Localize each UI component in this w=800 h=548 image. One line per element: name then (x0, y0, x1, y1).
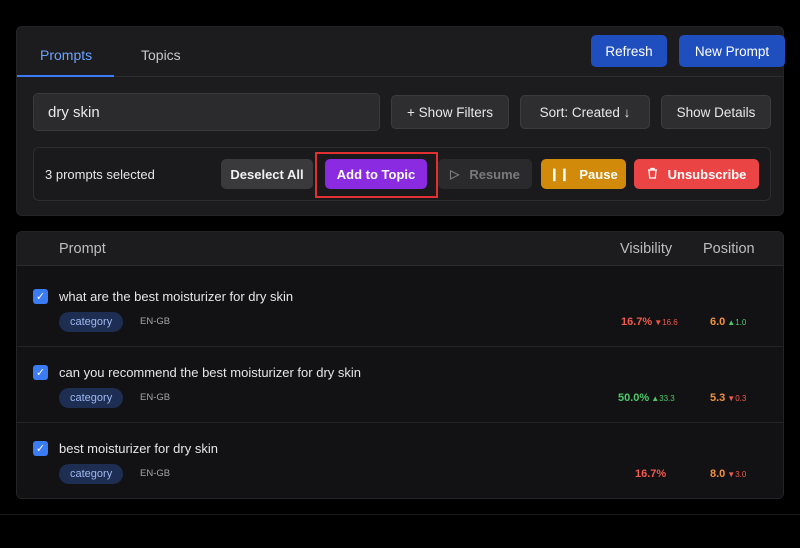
resume-label: Resume (469, 166, 520, 182)
selection-count: 3 prompts selected (45, 167, 155, 182)
tab-topics[interactable]: Topics (141, 47, 181, 63)
position-delta: ▲1.0 (727, 318, 747, 327)
deselect-all-button[interactable]: Deselect All (221, 159, 313, 189)
table-header: Prompt Visibility Position (17, 232, 783, 266)
sort-button[interactable]: Sort: Created ↓ (520, 95, 650, 129)
search-input[interactable]: dry skin (33, 93, 380, 131)
trash-icon (647, 167, 658, 182)
row-checkbox[interactable]: ✓ (33, 289, 48, 304)
unsubscribe-label: Unsubscribe (667, 166, 747, 182)
add-to-topic-button[interactable]: Add to Topic (325, 159, 427, 189)
visibility-delta: ▼16.6 (654, 318, 678, 327)
table-row[interactable]: ✓ can you recommend the best moisturizer… (17, 347, 783, 423)
visibility-percent: 50.0% (618, 392, 650, 404)
row-checkbox[interactable]: ✓ (33, 441, 48, 456)
selection-bar: 3 prompts selected Deselect All Add to T… (33, 147, 771, 201)
table-row[interactable]: ✓ best moisturizer for dry skin category… (17, 423, 783, 499)
locale-label: EN-GB (140, 392, 171, 403)
bottom-divider (0, 514, 800, 515)
prompt-text[interactable]: what are the best moisturizer for dry sk… (59, 289, 293, 304)
resume-button[interactable]: ▷ Resume (438, 159, 532, 189)
new-prompt-button[interactable]: New Prompt (679, 35, 785, 67)
position-number: 8.0 (710, 468, 726, 480)
position-value: 5.3 ▼0.3 (710, 392, 746, 404)
pause-icon: ❙❙ (549, 167, 570, 181)
unsubscribe-button[interactable]: Unsubscribe (634, 159, 759, 189)
category-badge[interactable]: category (59, 312, 124, 332)
active-tab-indicator (17, 75, 114, 77)
visibility-delta: ▲33.3 (651, 394, 675, 403)
visibility-percent: 16.7% (635, 468, 667, 480)
locale-label: EN-GB (140, 316, 171, 327)
show-details-button[interactable]: Show Details (661, 95, 771, 129)
position-delta: ▼0.3 (727, 394, 747, 403)
position-value: 6.0 ▲1.0 (710, 316, 746, 328)
visibility-value: 16.7% (635, 468, 668, 480)
tab-bar: Prompts Topics (17, 27, 783, 77)
column-header-position[interactable]: Position (703, 241, 755, 257)
prompts-panel: Prompts Topics Refresh New Prompt dry sk… (16, 26, 785, 216)
locale-label: EN-GB (140, 468, 171, 479)
visibility-value: 50.0% ▲33.3 (618, 392, 675, 404)
show-filters-button[interactable]: + Show Filters (391, 95, 509, 129)
pause-button[interactable]: ❙❙ Pause (541, 159, 626, 189)
play-icon: ▷ (450, 167, 460, 181)
position-number: 5.3 (710, 392, 726, 404)
row-checkbox[interactable]: ✓ (33, 365, 48, 380)
position-delta: ▼3.0 (727, 470, 747, 479)
checkmark-icon: ✓ (35, 367, 46, 379)
category-badge[interactable]: category (59, 464, 124, 484)
visibility-percent: 16.7% (621, 316, 653, 328)
tab-prompts[interactable]: Prompts (40, 47, 92, 63)
checkmark-icon: ✓ (35, 443, 46, 455)
visibility-value: 16.7% ▼16.6 (621, 316, 678, 328)
column-header-prompt[interactable]: Prompt (59, 241, 106, 257)
prompt-text[interactable]: can you recommend the best moisturizer f… (59, 365, 361, 380)
search-input-value: dry skin (48, 103, 100, 121)
table-row[interactable]: ✓ what are the best moisturizer for dry … (17, 270, 783, 346)
column-header-visibility[interactable]: Visibility (620, 241, 672, 257)
position-number: 6.0 (710, 316, 726, 328)
category-badge[interactable]: category (59, 388, 124, 408)
refresh-button[interactable]: Refresh (591, 35, 667, 67)
pause-label: Pause (579, 166, 618, 182)
prompt-text[interactable]: best moisturizer for dry skin (59, 441, 218, 456)
tabs-divider (17, 76, 783, 77)
position-value: 8.0 ▼3.0 (710, 468, 746, 480)
checkmark-icon: ✓ (35, 291, 46, 303)
prompts-table: Prompt Visibility Position ✓ what are th… (16, 231, 784, 499)
